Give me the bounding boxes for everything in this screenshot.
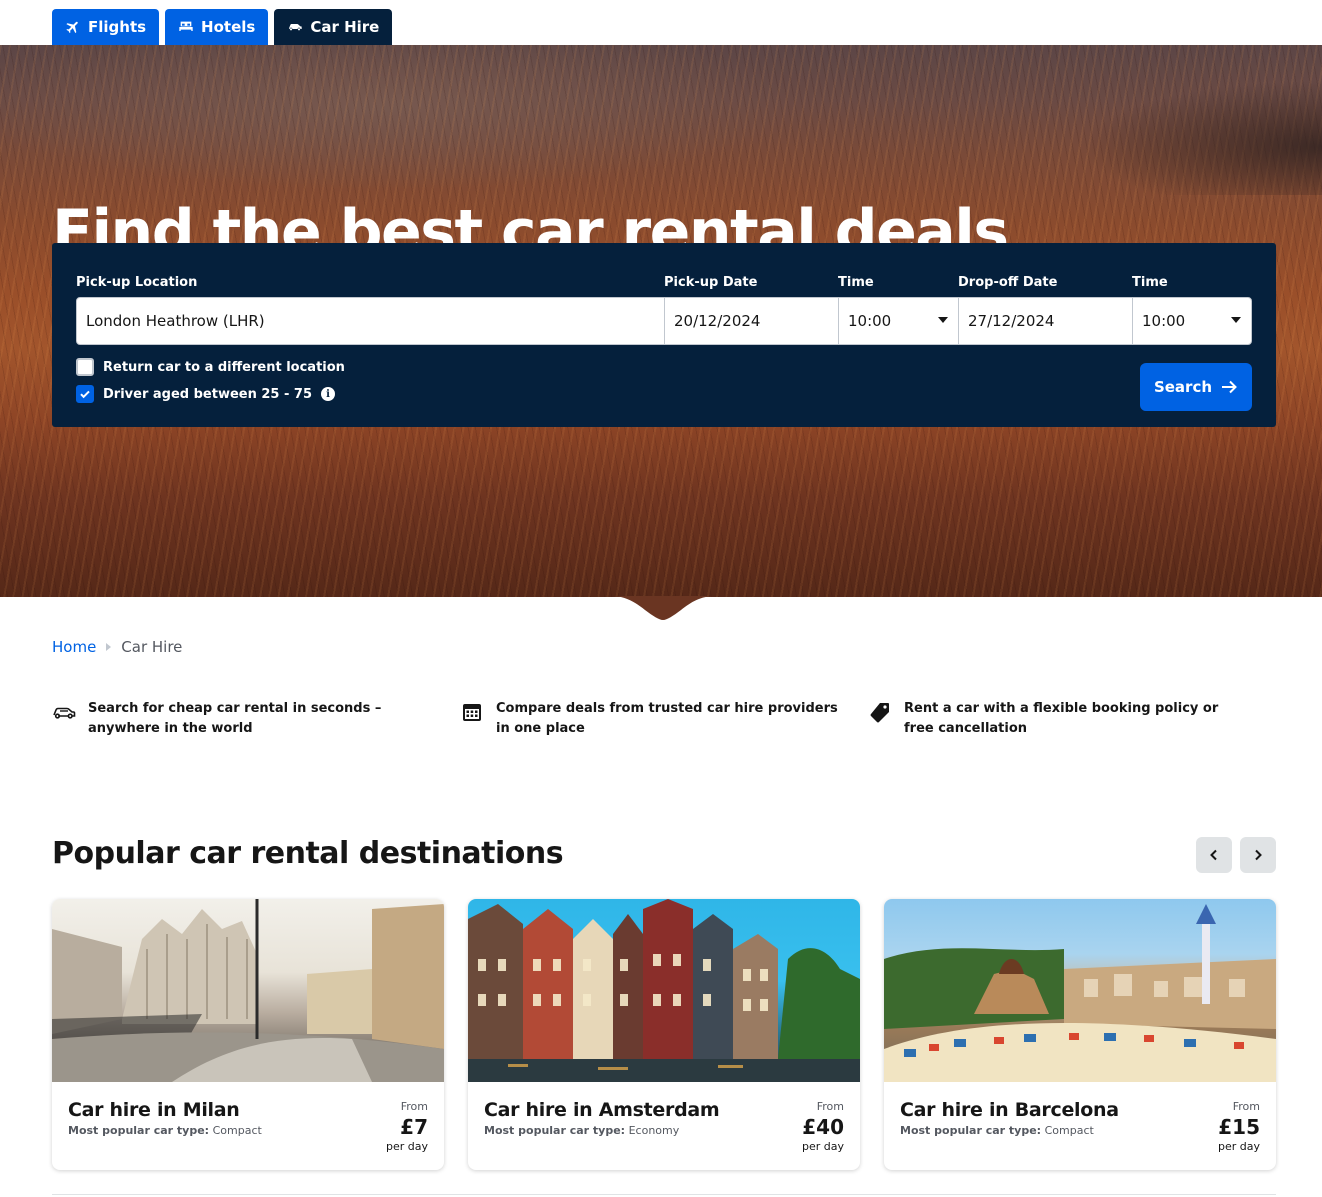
card-car-type: Most popular car type: Compact <box>900 1124 1094 1137</box>
bed-icon <box>179 21 193 31</box>
car-type-label: Most popular car type: <box>900 1124 1042 1137</box>
carousel-prev-button[interactable] <box>1196 837 1232 873</box>
price-per-label: per day <box>385 1140 428 1153</box>
barcelona-image <box>884 899 1276 1082</box>
return-different-location-label: Return car to a different location <box>103 359 345 375</box>
price-from-label: From <box>400 1100 428 1113</box>
card-car-type: Most popular car type: Economy <box>484 1124 679 1137</box>
section-divider <box>52 1194 1276 1195</box>
feature-item: Search for cheap car rental in seconds –… <box>52 699 460 739</box>
tab-label: Hotels <box>201 18 256 36</box>
pickup-location-value: London Heathrow (LHR) <box>86 312 265 330</box>
dropoff-time-label: Time <box>1132 275 1168 290</box>
feature-item: Compare deals from trusted car hire prov… <box>460 699 868 739</box>
tab-label: Flights <box>88 18 147 36</box>
pickup-date-label: Pick-up Date <box>664 275 758 290</box>
chevron-right-icon <box>1255 849 1262 861</box>
card-title: Car hire in Amsterdam <box>484 1099 720 1121</box>
pickup-time-select[interactable]: 10:00 <box>838 297 959 345</box>
pickup-time-label: Time <box>838 275 874 290</box>
price-from-label: From <box>1232 1100 1260 1113</box>
chevron-left-icon <box>1210 849 1217 861</box>
driver-age-label: Driver aged between 25 - 75 <box>103 386 313 402</box>
pickup-date-input[interactable]: 20/12/2024 <box>664 297 839 345</box>
tab-car-hire[interactable]: Car Hire <box>274 9 393 45</box>
price-from-label: From <box>816 1100 844 1113</box>
carousel-next-button[interactable] <box>1240 837 1276 873</box>
tab-flights[interactable]: Flights <box>52 9 160 45</box>
product-tabs: Flights Hotels Car Hire <box>52 9 393 45</box>
breadcrumb-separator-icon <box>106 643 112 651</box>
tag-icon <box>870 703 889 723</box>
info-icon[interactable]: i <box>321 387 336 401</box>
search-button-label: Search <box>1153 378 1213 396</box>
features-row: Search for cheap car rental in seconds –… <box>52 699 1276 739</box>
price-per-label: per day <box>1217 1140 1260 1153</box>
dropoff-date-value: 27/12/2024 <box>968 312 1055 330</box>
feature-text: Compare deals from trusted car hire prov… <box>496 701 838 736</box>
pickup-location-input[interactable]: London Heathrow (LHR) <box>76 297 665 345</box>
tab-hotels[interactable]: Hotels <box>165 9 269 45</box>
dropoff-date-label: Drop-off Date <box>958 275 1058 290</box>
destination-cards: Car hire in Milan Most popular car type:… <box>52 899 1276 1170</box>
arrow-right-icon <box>1222 380 1237 394</box>
breadcrumb-current: Car Hire <box>121 638 183 656</box>
hero-notch <box>611 596 715 620</box>
calendar-icon <box>463 704 481 721</box>
card-car-type: Most popular car type: Compact <box>68 1124 262 1137</box>
destination-card-amsterdam[interactable]: Car hire in Amsterdam Most popular car t… <box>468 899 860 1170</box>
search-panel: Pick-up Location Pick-up Date Time Drop-… <box>52 243 1276 427</box>
car-type-label: Most popular car type: <box>68 1124 210 1137</box>
dropoff-time-select[interactable]: 10:00 <box>1132 297 1252 345</box>
breadcrumb: Home Car Hire <box>52 638 182 656</box>
car-icon <box>53 707 76 719</box>
feature-text: Search for cheap car rental in seconds –… <box>88 701 382 736</box>
price-value: £40 <box>802 1115 844 1139</box>
return-different-location-checkbox[interactable] <box>76 358 94 376</box>
car-type-label: Most popular car type: <box>484 1124 626 1137</box>
tab-label: Car Hire <box>310 18 380 36</box>
pickup-location-label: Pick-up Location <box>76 275 198 290</box>
dropoff-date-input[interactable]: 27/12/2024 <box>958 297 1133 345</box>
pickup-date-value: 20/12/2024 <box>674 312 761 330</box>
destination-card-barcelona[interactable]: Car hire in Barcelona Most popular car t… <box>884 899 1276 1170</box>
popular-destinations-title: Popular car rental destinations <box>52 836 564 871</box>
price-value: £7 <box>400 1115 428 1139</box>
caret-down-icon <box>1231 317 1241 323</box>
pickup-time-value: 10:00 <box>848 312 892 330</box>
checkmark-icon <box>80 390 90 399</box>
milan-image <box>52 899 444 1082</box>
driver-age-checkbox[interactable] <box>76 385 94 403</box>
amsterdam-image <box>468 899 860 1082</box>
driver-age-row: Driver aged between 25 - 75 i <box>76 385 336 403</box>
car-type-value: Economy <box>628 1124 680 1137</box>
destination-card-milan[interactable]: Car hire in Milan Most popular car type:… <box>52 899 444 1170</box>
price-per-label: per day <box>801 1140 844 1153</box>
caret-down-icon <box>938 317 948 323</box>
plane-icon <box>66 21 78 34</box>
return-different-location-row: Return car to a different location <box>76 358 345 376</box>
card-title: Car hire in Barcelona <box>900 1099 1119 1121</box>
search-button[interactable]: Search <box>1140 363 1252 411</box>
car-type-value: Compact <box>212 1124 262 1137</box>
card-title: Car hire in Milan <box>68 1099 240 1121</box>
car-type-value: Compact <box>1044 1124 1094 1137</box>
feature-text: Rent a car with a flexible booking polic… <box>904 701 1219 736</box>
feature-item: Rent a car with a flexible booking polic… <box>868 699 1276 739</box>
breadcrumb-home-link[interactable]: Home <box>52 638 96 656</box>
price-value: £15 <box>1218 1115 1260 1139</box>
dropoff-time-value: 10:00 <box>1142 312 1186 330</box>
car-icon <box>289 24 302 31</box>
